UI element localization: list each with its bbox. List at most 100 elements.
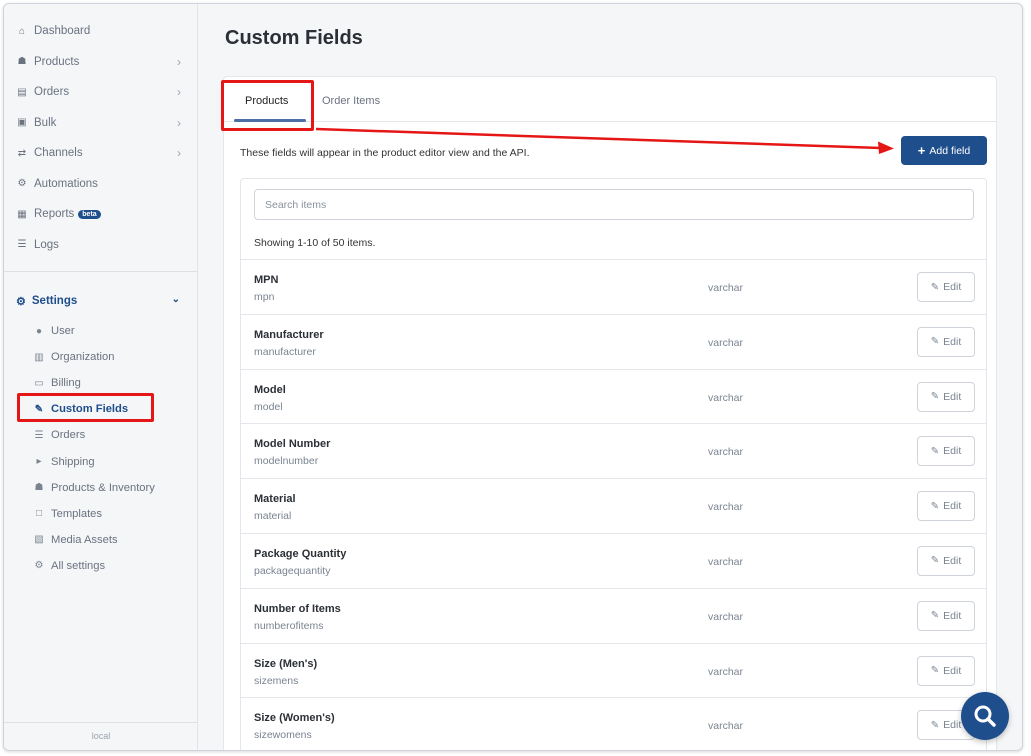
- table-row: Size (Women's) sizewomens varchar ✎ Edit: [241, 697, 986, 750]
- settings-item-label: Orders: [51, 429, 86, 442]
- sidebar-item-bulk[interactable]: ▣ Bulk ›: [4, 108, 197, 139]
- edit-button[interactable]: ✎ Edit: [917, 491, 975, 522]
- field-type: varchar: [708, 391, 744, 404]
- home-icon: ⌂: [18, 25, 26, 37]
- sidebar-item-orders[interactable]: ▤ Orders ›: [4, 77, 197, 108]
- add-field-label: Add field: [929, 144, 971, 157]
- edit-button[interactable]: ✎ Edit: [917, 272, 975, 302]
- settings-item-user[interactable]: ● User: [4, 318, 198, 344]
- search-icon: [974, 705, 996, 727]
- edit-button[interactable]: ✎ Edit: [917, 436, 975, 467]
- gear-icon: ⚙: [16, 295, 26, 308]
- help-search-button[interactable]: [961, 692, 1009, 740]
- settings-item-all-settings[interactable]: ⚙ All settings: [4, 553, 198, 579]
- annotation-arrow-line: [315, 127, 882, 150]
- field-type: varchar: [708, 501, 744, 514]
- settings-item-label: Organization: [51, 351, 115, 364]
- settings-item-products-inventory[interactable]: ☗ Products & Inventory: [4, 475, 198, 501]
- edit-icon: ✎: [930, 391, 940, 403]
- field-name: Number of Items: [254, 602, 341, 615]
- search-input[interactable]: [254, 189, 974, 220]
- settings-item-media-assets[interactable]: ▧ Media Assets: [4, 527, 198, 553]
- sidebar-item-products[interactable]: ☗ Products ›: [4, 47, 197, 78]
- edit-label: Edit: [943, 664, 962, 677]
- edit-label: Edit: [943, 719, 962, 732]
- edit-icon: ✎: [930, 719, 940, 731]
- sidebar-item-automations[interactable]: ⚙ Automations: [4, 169, 197, 200]
- edit-label: Edit: [943, 281, 962, 293]
- edit-button[interactable]: ✎ Edit: [917, 381, 975, 412]
- field-type: varchar: [708, 720, 744, 733]
- edit-button[interactable]: ✎ Edit: [917, 545, 975, 576]
- field-type: varchar: [708, 665, 744, 678]
- logs-icon: ☰: [17, 239, 27, 251]
- credit-card-icon: ▭: [34, 377, 44, 389]
- settings-item-label: Media Assets: [51, 533, 118, 546]
- sidebar-nav: ⌂ Dashboard ☗ Products › ▤ Orders › ▣ Bu…: [4, 4, 197, 260]
- user-icon: ●: [35, 325, 43, 337]
- active-tab-indicator: [234, 119, 306, 122]
- custom-fields-card: Products Order Items These fields will a…: [221, 76, 997, 750]
- chevron-right-icon: ›: [177, 54, 181, 69]
- field-name: Manufacturer: [254, 328, 324, 341]
- chevron-right-icon: ›: [177, 85, 181, 99]
- chevron-down-icon: ⌄: [171, 294, 180, 305]
- tab-order-items[interactable]: Order Items: [322, 95, 380, 107]
- edit-button[interactable]: ✎ Edit: [917, 326, 975, 357]
- settings-label: Settings: [31, 295, 78, 307]
- edit-icon: ✎: [930, 445, 940, 457]
- sidebar-item-reports[interactable]: ▦ Reports beta: [4, 199, 197, 230]
- settings-item-label: Products & Inventory: [51, 481, 155, 494]
- field-key: modelnumber: [254, 455, 319, 468]
- settings-subnav: ● User ▥ Organization ▭ Billing ✎ Custom…: [4, 318, 198, 579]
- edit-label: Edit: [943, 390, 962, 403]
- edit-button[interactable]: ✎ Edit: [917, 600, 975, 631]
- edit-button[interactable]: ✎ Edit: [917, 655, 975, 686]
- sidebar-item-label: Reports: [34, 208, 75, 221]
- field-type: varchar: [708, 446, 744, 459]
- fields-description: These fields will appear in the product …: [240, 147, 530, 159]
- sidebar-item-label: Channels: [34, 147, 83, 160]
- field-key: material: [254, 510, 292, 523]
- add-field-button[interactable]: + Add field: [901, 136, 987, 165]
- settings-item-billing[interactable]: ▭ Billing: [4, 370, 198, 396]
- edit-label: Edit: [943, 500, 962, 513]
- boxes-icon: ☗: [34, 482, 44, 494]
- table-row: MPN mpn varchar ✎ Edit: [241, 259, 986, 314]
- field-name: Material: [254, 493, 296, 506]
- edit-icon: ✎: [930, 336, 940, 348]
- sidebar-item-logs[interactable]: ☰ Logs: [4, 230, 197, 261]
- settings-item-templates[interactable]: □ Templates: [4, 501, 198, 527]
- field-type: varchar: [708, 610, 744, 623]
- settings-item-orders[interactable]: ☰ Orders: [4, 422, 198, 448]
- settings-item-shipping[interactable]: ▸ Shipping: [4, 448, 198, 474]
- field-key: mpn: [254, 291, 275, 303]
- list-icon: ☰: [34, 429, 44, 441]
- fields-list-panel: Showing 1-10 of 50 items. MPN mpn varcha…: [240, 178, 987, 750]
- edit-icon: ✎: [930, 665, 940, 677]
- orders-icon: ▤: [17, 86, 27, 98]
- sidebar-item-dashboard[interactable]: ⌂ Dashboard: [4, 16, 197, 47]
- field-name: MPN: [254, 274, 279, 286]
- settings-item-label: All settings: [51, 559, 106, 572]
- field-type: varchar: [708, 282, 744, 294]
- sidebar-item-label: Bulk: [34, 116, 57, 129]
- settings-item-custom-fields[interactable]: ✎ Custom Fields: [4, 396, 198, 422]
- sidebar-item-label: Orders: [34, 86, 70, 99]
- field-key: sizewomens: [254, 729, 312, 742]
- sidebar-item-channels[interactable]: ⇄ Channels ›: [4, 138, 197, 169]
- settings-item-label: Billing: [51, 377, 81, 390]
- field-name: Size (Men's): [254, 657, 318, 670]
- sidebar-item-label: Dashboard: [34, 25, 91, 38]
- page-title: Custom Fields: [225, 27, 363, 49]
- edit-icon: ✎: [930, 555, 940, 567]
- tab-products[interactable]: Products: [245, 95, 288, 107]
- channels-icon: ⇄: [17, 147, 27, 159]
- edit-icon: ✎: [930, 281, 940, 293]
- sidebar-item-settings[interactable]: ⚙ Settings ⌄: [16, 293, 186, 309]
- edit-label: Edit: [943, 335, 962, 348]
- edit-label: Edit: [943, 554, 962, 567]
- table-row: Model Number modelnumber varchar ✎ Edit: [241, 423, 986, 478]
- settings-item-organization[interactable]: ▥ Organization: [4, 344, 198, 370]
- table-row: Package Quantity packagequantity varchar…: [241, 532, 986, 588]
